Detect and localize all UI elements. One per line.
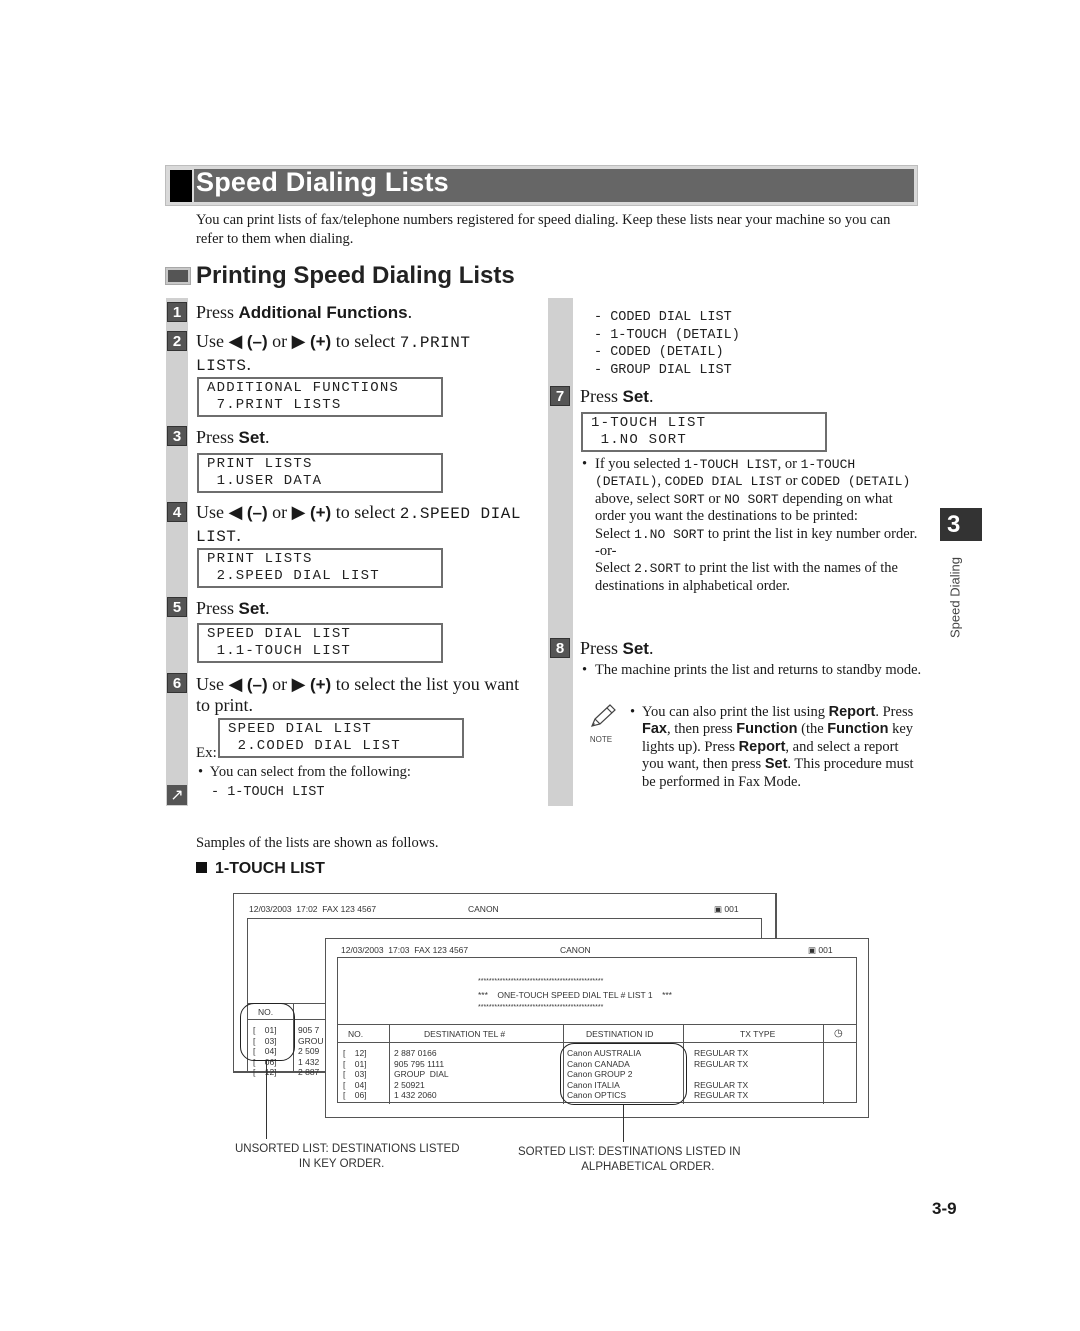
clock-icon: ◷: [834, 1028, 843, 1039]
list-option-3: - 1-TOUCH (DETAIL): [594, 327, 740, 343]
list-option-5: - GROUP DIAL LIST: [594, 362, 732, 378]
chapter-tab-label: Speed Dialing: [947, 557, 963, 638]
square-bullet-icon: [196, 862, 207, 873]
report-page: ▣ 001: [714, 904, 739, 914]
list-option-1: - 1-TOUCH LIST: [211, 785, 325, 800]
lcd-display-step-2: ADDITIONAL FUNCTIONS 7.PRINT LISTS: [197, 377, 443, 417]
set-key: Set: [238, 599, 265, 618]
page-title: Speed Dialing Lists: [196, 167, 449, 197]
title-bar: Speed Dialing Lists: [165, 165, 918, 206]
sorted-highlight: [560, 1043, 687, 1105]
section-title: Printing Speed Dialing Lists: [196, 262, 515, 289]
col-header-tx: TX TYPE: [740, 1029, 776, 1039]
lcd-display-step-5: SPEED DIAL LIST 1.1-TOUCH LIST: [197, 623, 443, 663]
note-block: NOTE: [586, 702, 620, 744]
report-page: ▣ 001: [808, 945, 833, 955]
sorted-no-column: [ 12][ 01][ 03][ 04][ 06]: [343, 1048, 367, 1100]
step-number-5: 5: [167, 597, 187, 617]
caption-unsorted: UNSORTED LIST: DESTINATIONS LISTED IN KE…: [235, 1143, 460, 1170]
report-company: CANON: [560, 945, 591, 955]
col-header-no: NO.: [348, 1029, 364, 1039]
list-option-2: - CODED DIAL LIST: [594, 310, 732, 325]
step-3-text: Press Set.: [196, 427, 270, 447]
report-header: 12/03/2003 17:03 FAX 123 4567: [341, 945, 469, 955]
intro-paragraph: You can print lists of fax/telephone num…: [196, 212, 891, 247]
note-label: NOTE: [589, 735, 613, 744]
col-header-id: DESTINATION ID: [586, 1029, 654, 1039]
step-7-bullet: • If you selected 1-TOUCH LIST, or 1-TOU…: [582, 456, 918, 594]
step-5-text: Press Set.: [196, 598, 270, 618]
list-option-4: - CODED (DETAIL): [594, 345, 724, 360]
step-rail-right: [548, 298, 573, 806]
step-8-bullet: • The machine prints the list and return…: [582, 662, 922, 678]
sorted-tel-column: 2 887 0166 905 795 1111 GROUP DIAL 2 50921 1…: [394, 1048, 449, 1100]
list-heading: 1-TOUCH LIST: [196, 860, 325, 878]
note-text: • You can also print the list using Repo…: [630, 704, 914, 790]
example-label: Ex:: [196, 745, 217, 761]
step-number-3: 3: [167, 426, 187, 446]
page-icon: ▣: [808, 945, 817, 955]
chapter-tab-number: 3: [940, 508, 982, 541]
title-marker: [170, 170, 192, 202]
left-arrow-icon: ◀: [228, 331, 243, 351]
left-arrow-icon: ◀: [228, 674, 243, 694]
step-number-8: 8: [550, 638, 570, 658]
unsorted-tel-column: 905 7 GROU 2 509 1 432 2 887: [298, 1025, 324, 1077]
additional-functions-key: Additional Functions: [238, 303, 408, 322]
step-1-text: Press Additional Functions.: [196, 302, 413, 322]
step-4-text: Use ◀ (–) or ▶ (+) to select 2.SPEED DIA…: [196, 502, 521, 546]
report-company: CANON: [468, 904, 499, 914]
set-key: Set: [622, 639, 649, 658]
lcd-display-step-7: 1-TOUCH LIST 1.NO SORT: [581, 412, 827, 452]
right-arrow-icon: ▶: [291, 674, 306, 694]
caption-sorted: SORTED LIST: DESTINATIONS LISTED IN ALPH…: [518, 1146, 741, 1173]
step-6-text: Use ◀ (–) or ▶ (+) to select the list yo…: [196, 674, 520, 715]
unsorted-highlight: [240, 1003, 295, 1061]
lcd-display-step-6: SPEED DIAL LIST 2.CODED DIAL LIST: [218, 718, 464, 758]
step-7-text: Press Set.: [580, 386, 654, 406]
lcd-display-step-4: PRINT LISTS 2.SPEED DIAL LIST: [197, 548, 443, 588]
left-arrow-icon: ◀: [228, 502, 243, 522]
step-rail-left: [166, 298, 188, 806]
step-2-text: Use ◀ (–) or ▶ (+) to select 7.PRINT LIS…: [196, 331, 471, 375]
step-8-text: Press Set.: [580, 638, 654, 658]
samples-text: Samples of the lists are shown as follow…: [196, 835, 439, 851]
step-number-6: 6: [167, 673, 187, 693]
step-number-2: 2: [167, 331, 187, 351]
set-key: Set: [238, 428, 265, 447]
pencil-icon: [590, 704, 616, 727]
list-options-continued: - CODED DIAL LIST - 1-TOUCH (DETAIL) - COD…: [594, 309, 740, 379]
lcd-display-step-3: PRINT LISTS 1.USER DATA: [197, 453, 443, 493]
step-6-bullet: • You can select from the following:: [198, 764, 411, 780]
report-banner: *** ONE-TOUCH SPEED DIAL TEL # LIST 1 **…: [478, 990, 672, 1000]
step-number-4: 4: [167, 502, 187, 522]
right-arrow-icon: ▶: [291, 331, 306, 351]
step-number-1: 1: [167, 302, 187, 322]
set-key: Set: [622, 387, 649, 406]
step-number-7: 7: [550, 386, 570, 406]
page-number: 3-9: [932, 1199, 957, 1218]
sorted-tx-column: REGULAR TX REGULAR TX REGULAR TX REGULAR TX: [694, 1048, 749, 1100]
section-square-icon: [165, 267, 191, 285]
page-icon: ▣: [714, 904, 723, 914]
report-header: 12/03/2003 17:02 FAX 123 4567: [249, 904, 377, 914]
continued-arrow-icon: ↗: [167, 785, 187, 805]
col-header-tel: DESTINATION TEL #: [424, 1029, 506, 1039]
right-arrow-icon: ▶: [291, 502, 306, 522]
